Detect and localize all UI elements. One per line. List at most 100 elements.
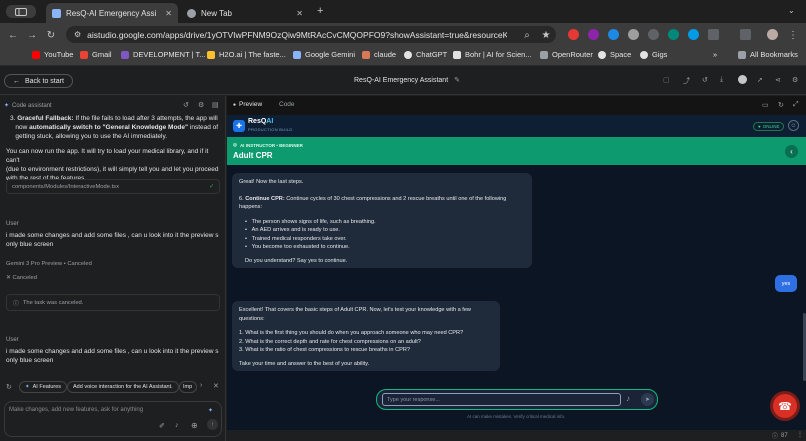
bookmark-gemini[interactable]: Google Gemini [293, 50, 355, 59]
bohr-icon [453, 50, 461, 59]
extension-outline-icon[interactable] [708, 29, 719, 40]
zoom-icon[interactable]: ⌕ [519, 27, 535, 43]
chip-voice-interaction[interactable]: Add voice interaction for the AI Assista… [67, 381, 179, 393]
user-profile-icon[interactable]: ☺ [788, 120, 799, 131]
address-bar[interactable]: ⚙ aistudio.google.com/apps/drive/1yOTVIw… [66, 26, 556, 43]
send-icon[interactable]: ↑ [207, 419, 218, 430]
message-outro: Take your time and answer to the best of… [239, 360, 370, 367]
refresh-icon[interactable]: ↻ [778, 101, 784, 109]
gear-icon[interactable]: ⚙ [198, 101, 204, 109]
all-bookmarks[interactable]: All Bookmarks [738, 50, 798, 59]
arrow-left-icon: ← [13, 77, 20, 85]
sidepanel-icon[interactable] [740, 29, 751, 40]
openrouter-icon [540, 50, 548, 59]
list-item: • You become too exhausted to continue. [245, 244, 350, 250]
more-menu-icon[interactable]: ⋮ [797, 431, 803, 438]
tab-code[interactable]: Code [279, 101, 295, 108]
response-input[interactable]: Type your response... [382, 393, 621, 406]
collapse-chevron-icon[interactable]: ‹ [785, 145, 798, 158]
fullscreen-icon[interactable]: ⤢ [793, 101, 799, 109]
tab-search-icon[interactable] [6, 5, 36, 18]
chevron-right-icon[interactable]: › [200, 382, 202, 389]
resq-logo-icon: ✚ [233, 120, 245, 132]
instructor-label: ◎ AI INSTRUCTOR • BEGINNER [233, 142, 303, 148]
close-icon[interactable]: ✕ [213, 382, 219, 390]
resq-logo-text: ResQAI [248, 118, 274, 125]
bookmark-claude[interactable]: claude [362, 50, 396, 59]
refresh-suggestions-icon[interactable]: ↻ [6, 383, 12, 391]
reload-icon[interactable]: ↻ [43, 27, 59, 43]
microphone-icon[interactable]: ♪ [175, 422, 179, 429]
chip-improve[interactable]: Imp [179, 381, 197, 393]
file-change-row[interactable]: components/Modules/InteractiveMode.tsx ✓ [6, 179, 220, 194]
github-icon[interactable] [738, 75, 747, 84]
extension-red-icon[interactable] [568, 29, 579, 40]
profile-avatar[interactable] [767, 29, 778, 40]
tab-new-tab[interactable]: New Tab ✕ [181, 3, 309, 23]
history-icon[interactable]: ↺ [702, 76, 708, 84]
back-to-start-button[interactable]: ← Back to start [4, 74, 73, 88]
share-nodes-icon[interactable]: ⋖ [775, 76, 781, 84]
studio-header: ← Back to start ResQ-AI Emergency Assist… [0, 67, 806, 95]
new-tab-button[interactable]: + [317, 5, 323, 17]
canceled-task-box: ⓘ The task was canceled. [6, 294, 220, 311]
panel-toggle-icon[interactable]: ▤ [212, 101, 219, 109]
chevron-down-icon[interactable]: ⌄ [788, 6, 795, 15]
add-icon[interactable]: ⊕ [191, 421, 198, 430]
bookmark-gigs[interactable]: Gigs [640, 50, 667, 59]
send-button[interactable]: ➤ [641, 393, 654, 406]
bookmark-space[interactable]: Space [598, 50, 631, 59]
share-icon[interactable]: ⤴ [683, 76, 690, 86]
bookmark-h2o[interactable]: H2O.ai | The faste... [207, 50, 286, 59]
h2o-icon [207, 50, 215, 59]
response-input-wrapper: Type your response... ♪ ➤ [376, 389, 658, 410]
zoom-indicator[interactable]: ⓘ 87 [772, 431, 788, 441]
sparkle-icon: ✦ [4, 103, 10, 109]
bookmark-development[interactable]: DEVELOPMENT | T... [121, 50, 206, 59]
bookmarks-overflow-icon[interactable]: » [713, 50, 717, 59]
extension-cyan-icon[interactable] [688, 29, 699, 40]
back-arrow-icon[interactable]: ← [5, 27, 21, 43]
chip-ai-features[interactable]: ✦ AI Features [19, 381, 68, 393]
status-dot-icon: ● [758, 124, 761, 129]
download-icon[interactable]: ⤓ [720, 76, 723, 84]
bookmark-openrouter[interactable]: OpenRouter [540, 50, 593, 59]
user-message: i made some changes and add some files ,… [6, 232, 219, 248]
browser-tab-strip: ResQ-AI Emergency Assi ✕ New Tab ✕ + ⌄ [0, 0, 806, 23]
microphone-icon[interactable]: ♪ [626, 394, 630, 403]
device-toggle-icon[interactable]: ▭ [762, 101, 769, 109]
tab-resq[interactable]: ResQ-AI Emergency Assi ✕ [46, 3, 178, 23]
extension-gray-icon[interactable] [628, 29, 639, 40]
device-icon[interactable]: ▢ [663, 76, 670, 84]
online-badge: ● ONLINE [753, 122, 785, 131]
bookmark-youtube[interactable]: YouTube [32, 50, 73, 59]
extension-pen-icon[interactable] [648, 29, 659, 40]
bookmark-gmail[interactable]: Gmail [80, 50, 112, 59]
forward-arrow-icon[interactable]: → [24, 27, 40, 43]
step-item: 6. Continue CPR: Continue cycles of 30 c… [239, 195, 507, 211]
tab-preview[interactable]: ● Preview [233, 101, 262, 108]
space-icon [598, 50, 606, 59]
deploy-rocket-icon[interactable]: ➚ [757, 76, 763, 84]
extension-teal-icon[interactable] [668, 29, 679, 40]
close-icon[interactable]: ✕ [296, 9, 303, 18]
list-item: • An AED arrives and is ready to use. [245, 227, 340, 233]
assistant-input-box[interactable]: Make changes, add new features, ask for … [4, 401, 222, 437]
bookmark-chatgpt[interactable]: ChatGPT [404, 50, 447, 59]
history-icon[interactable]: ↺ [183, 101, 189, 109]
bookmark-bohr[interactable]: Bohr | AI for Scien... [453, 50, 532, 59]
extension-purple-icon[interactable] [588, 29, 599, 40]
tab-title: ResQ-AI Emergency Assi [66, 8, 157, 18]
chrome-favicon-icon [187, 8, 196, 18]
assistant-message: Great! Now the last steps. 6. Continue C… [232, 173, 532, 268]
emergency-button[interactable]: ☎ [773, 394, 797, 418]
settings-icon[interactable]: ⚙ [792, 76, 798, 84]
magic-edit-icon[interactable]: ✐ [159, 422, 165, 430]
extension-blue-icon[interactable] [608, 29, 619, 40]
more-menu-icon[interactable]: ⋮ [785, 27, 801, 43]
module-header: ◎ AI INSTRUCTOR • BEGINNER Adult CPR ‹ [227, 137, 806, 165]
edit-pencil-icon[interactable]: ✎ [454, 77, 460, 84]
site-info-icon[interactable]: ⚙ [74, 30, 81, 39]
star-icon[interactable]: ★ [538, 27, 554, 43]
close-icon[interactable]: ✕ [165, 9, 172, 18]
